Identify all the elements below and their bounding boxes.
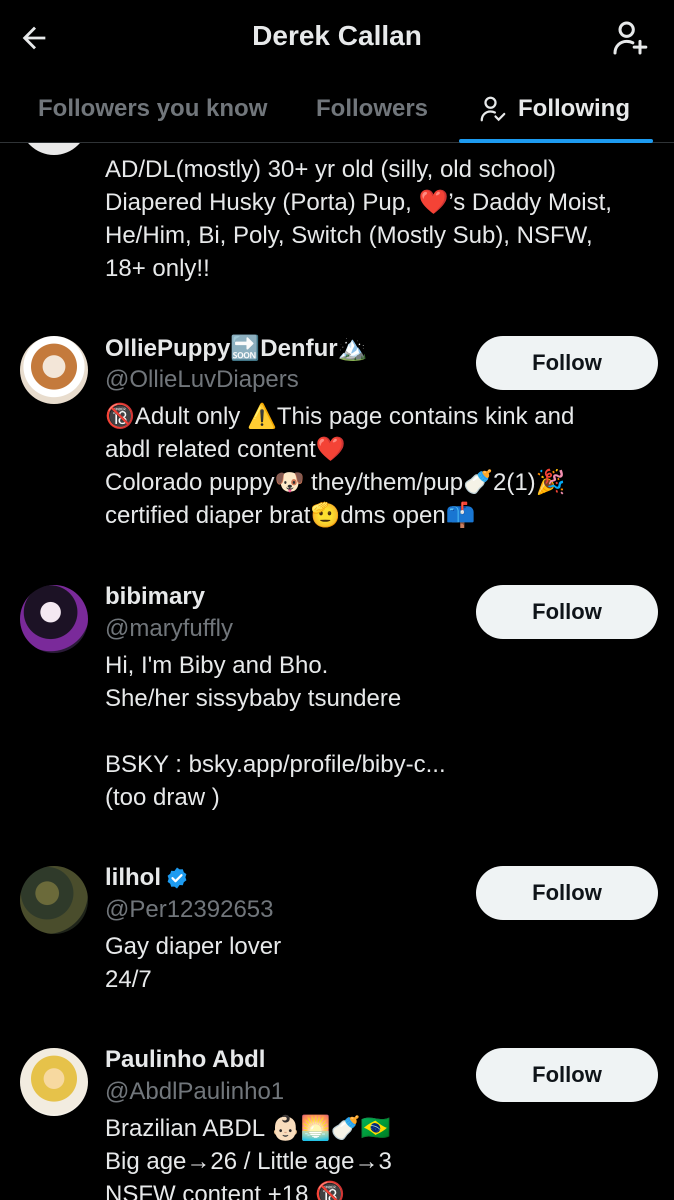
person-check-icon	[480, 96, 506, 122]
avatar[interactable]	[20, 1048, 88, 1116]
bio-line: Gay diaper lover	[105, 933, 282, 960]
bio-line: 24/7	[105, 966, 152, 993]
user-name[interactable]: bibimary	[105, 583, 205, 611]
bio-line: Big age→26 / Little age→3	[105, 1148, 392, 1175]
user-bio: Brazilian ABDL 👶🏻🌅🍼🇧🇷 Big age→26 / Littl…	[105, 1112, 665, 1200]
bio-line: She/her sissybaby tsundere	[105, 685, 402, 712]
user-handle: @Per12392653	[105, 896, 274, 923]
follow-button[interactable]: Follow	[476, 585, 658, 639]
user-bio: Gay diaper lover 24/7	[105, 930, 665, 996]
user-bio: 🔞Adult only ⚠️This page contains kink an…	[105, 400, 665, 532]
bio-line: abdl related content❤️	[105, 436, 346, 463]
bio-line: 18+ only!!	[105, 255, 210, 282]
user-handle: @OllieLuvDiapers	[105, 366, 299, 393]
bio-line: certified diaper brat🫡dms open📫	[105, 502, 476, 529]
avatar[interactable]	[20, 143, 88, 155]
following-list[interactable]: AD/DL(mostly) 30+ yr old (silly, old sch…	[0, 143, 674, 1200]
tab-label: Followers	[316, 95, 429, 122]
avatar[interactable]	[20, 336, 88, 404]
bio-line: Colorado puppy🐶 they/them/pup🍼2(1)🎉	[105, 469, 566, 496]
follow-button[interactable]: Follow	[476, 336, 658, 390]
top-bar: Derek Callan	[0, 0, 674, 76]
bio-line: NSFW content +18 🔞	[105, 1181, 345, 1200]
bio-line: BSKY : bsky.app/profile/biby-c...	[105, 751, 446, 778]
tab-bar: Followers you know Followers Following	[0, 76, 674, 143]
user-bio: AD/DL(mostly) 30+ yr old (silly, old sch…	[105, 153, 665, 285]
tab-label: Following	[518, 95, 630, 122]
user-bio: Hi, I'm Biby and Bho. She/her sissybaby …	[105, 649, 665, 814]
follow-button[interactable]: Follow	[476, 866, 658, 920]
verified-badge-icon	[167, 867, 187, 889]
bio-line: Hi, I'm Biby and Bho.	[105, 652, 329, 679]
add-user-button[interactable]	[608, 16, 652, 60]
bio-line: (too draw )	[105, 784, 220, 811]
user-handle: @maryfuffly	[105, 615, 233, 642]
tab-following[interactable]: Following	[478, 76, 630, 142]
page-title: Derek Callan	[252, 20, 422, 51]
tab-label: Followers you know	[38, 95, 268, 122]
bio-line: 🔞Adult only ⚠️This page contains kink an…	[105, 403, 575, 430]
person-plus-icon	[613, 21, 648, 55]
user-name[interactable]: Paulinho Abdl	[105, 1046, 265, 1074]
user-name[interactable]: OlliePuppy🔜Denfur🏔️	[105, 334, 367, 363]
bio-line: Diapered Husky (Porta) Pup, ❤️’s Daddy M…	[105, 189, 612, 216]
bio-line: AD/DL(mostly) 30+ yr old (silly, old sch…	[105, 156, 557, 183]
avatar[interactable]	[20, 866, 88, 934]
bio-line: Brazilian ABDL 👶🏻🌅🍼🇧🇷	[105, 1115, 391, 1142]
bio-line: He/Him, Bi, Poly, Switch (Mostly Sub), N…	[105, 222, 593, 249]
avatar[interactable]	[20, 585, 88, 653]
user-name[interactable]: lilhol	[105, 864, 189, 892]
bio-line	[105, 715, 665, 748]
tab-followers-you-know[interactable]: Followers you know	[38, 76, 267, 142]
follow-button[interactable]: Follow	[476, 1048, 658, 1102]
tab-followers[interactable]: Followers	[316, 76, 428, 142]
user-handle: @AbdlPaulinho1	[105, 1078, 285, 1105]
